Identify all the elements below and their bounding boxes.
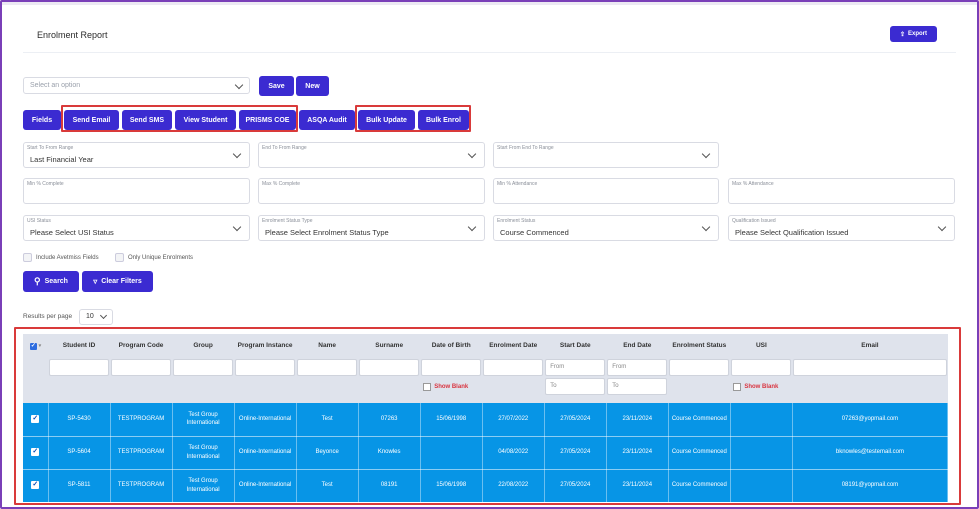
field-label: End To From Range: [262, 145, 307, 151]
chevron-down-icon: [232, 149, 242, 159]
highlight-box-table: [14, 327, 961, 505]
max-attendance-input[interactable]: Max % Attendance: [728, 178, 955, 204]
field-label: Min % Complete: [27, 181, 64, 187]
field-label: Enrolment Status Type: [262, 218, 313, 224]
clear-filters-button[interactable]: ▿ Clear Filters: [82, 271, 153, 292]
chevron-down-icon: [467, 149, 477, 159]
field-label: Min % Attendance: [497, 181, 538, 187]
fields-button[interactable]: Fields: [23, 110, 61, 130]
results-per-page-select[interactable]: 10: [79, 309, 113, 325]
header-divider: [23, 52, 956, 53]
start-from-end-to-range-select[interactable]: Start From End To Range: [493, 142, 719, 168]
export-label: Export: [908, 31, 928, 37]
results-per-page-value: 10: [86, 313, 94, 320]
enrolment-status-select[interactable]: Enrolment Status Course Commenced: [493, 215, 719, 241]
search-button[interactable]: ⚲ Search: [23, 271, 79, 292]
field-label: Qualification Issued: [732, 218, 776, 224]
export-button[interactable]: ⇪ Export: [890, 26, 937, 42]
search-icon: ⚲: [34, 276, 41, 286]
field-value: Last Financial Year: [30, 155, 94, 164]
max-complete-input[interactable]: Max % Complete: [258, 178, 485, 204]
chevron-down-icon: [701, 222, 711, 232]
only-unique-checkbox[interactable]: Only Unique Enrolments: [115, 253, 193, 262]
min-complete-input[interactable]: Min % Complete: [23, 178, 250, 204]
report-select[interactable]: Select an option: [23, 77, 250, 94]
chevron-down-icon: [467, 222, 477, 232]
checkbox-label: Only Unique Enrolments: [128, 254, 194, 261]
field-label: Max % Complete: [262, 181, 301, 187]
start-to-from-range-select[interactable]: Start To From Range Last Financial Year: [23, 142, 250, 168]
min-attendance-input[interactable]: Min % Attendance: [493, 178, 719, 204]
include-avetmiss-checkbox[interactable]: Include Avetmiss Fields: [23, 253, 99, 262]
field-value: Please Select Enrolment Status Type: [265, 228, 389, 237]
checkbox-box[interactable]: [23, 253, 32, 262]
clear-filters-label: Clear Filters: [101, 278, 142, 285]
field-label: Start From End To Range: [497, 145, 554, 151]
chevron-down-icon: [99, 311, 108, 320]
chevron-down-icon: [232, 222, 242, 232]
chevron-down-icon: [234, 80, 244, 90]
enrolment-status-type-select[interactable]: Enrolment Status Type Please Select Enro…: [258, 215, 485, 241]
checkbox-box[interactable]: [115, 253, 124, 262]
qualification-issued-select[interactable]: Qualification Issued Please Select Quali…: [728, 215, 955, 241]
asqa-audit-button[interactable]: ASQA Audit: [299, 110, 355, 130]
field-value: Please Select USI Status: [30, 228, 114, 237]
new-button[interactable]: New: [296, 76, 329, 96]
field-value: Course Commenced: [500, 228, 569, 237]
top-strip: [0, 0, 979, 5]
filter-icon: ▿: [93, 277, 98, 286]
field-label: Start To From Range: [27, 145, 74, 151]
field-value: Please Select Qualification Issued: [735, 228, 849, 237]
checkbox-label: Include Avetmiss Fields: [36, 254, 99, 261]
end-to-from-range-select[interactable]: End To From Range: [258, 142, 485, 168]
save-button[interactable]: Save: [259, 76, 294, 96]
results-per-page-label: Results per page: [23, 313, 73, 320]
search-label: Search: [44, 278, 68, 285]
report-select-placeholder: Select an option: [30, 82, 81, 89]
highlight-box-actions: [61, 105, 298, 132]
field-label: Max % Attendance: [732, 181, 774, 187]
chevron-down-icon: [937, 222, 947, 232]
usi-status-select[interactable]: USI Status Please Select USI Status: [23, 215, 250, 241]
field-label: Enrolment Status: [497, 218, 536, 224]
chevron-down-icon: [701, 149, 711, 159]
page-title: Enrolment Report: [37, 30, 108, 40]
highlight-box-bulk: [355, 105, 471, 132]
export-icon: ⇪: [899, 31, 905, 38]
field-label: USI Status: [27, 218, 51, 224]
